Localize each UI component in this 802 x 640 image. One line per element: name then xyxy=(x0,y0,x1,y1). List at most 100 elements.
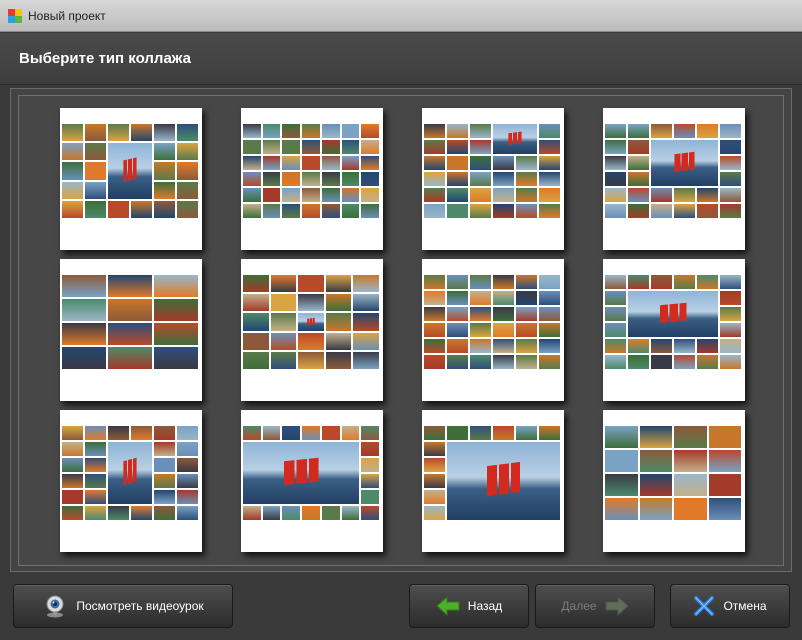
collage-photo-tile xyxy=(697,124,718,138)
collage-photo-tile xyxy=(539,323,560,337)
ship-sails-shape xyxy=(123,157,137,182)
collage-photo-tile xyxy=(325,351,352,369)
collage-photo-tile xyxy=(651,355,672,369)
collage-photo-tile xyxy=(282,204,301,218)
collage-photo-tile xyxy=(108,323,152,345)
collage-photo-tile xyxy=(325,275,352,293)
collage-type-option[interactable] xyxy=(241,259,383,401)
collage-photo-tile xyxy=(62,506,83,520)
collage-photo-tile xyxy=(361,426,379,440)
collage-type-option[interactable] xyxy=(60,108,202,250)
watch-video-tutorial-button[interactable]: Посмотреть видеоурок xyxy=(13,584,233,628)
collage-photo-tile xyxy=(424,426,445,440)
collage-photo-tile xyxy=(177,200,198,218)
collage-photo-tile xyxy=(493,323,514,337)
collage-photo-tile xyxy=(628,275,649,289)
collage-photo-tile xyxy=(270,275,297,293)
collage-photo-tile xyxy=(85,143,106,161)
collage-type-option[interactable] xyxy=(422,259,564,401)
collage-main-photo xyxy=(108,442,152,504)
collage-photo-tile xyxy=(697,204,718,218)
collage-photo-tile xyxy=(605,498,638,520)
collage-photo-tile xyxy=(321,156,340,170)
collage-photo-tile xyxy=(539,275,560,289)
collage-photo-tile xyxy=(361,140,379,154)
collage-photo-tile xyxy=(243,294,269,312)
back-button-label: Назад xyxy=(467,599,503,613)
collage-photo-tile xyxy=(424,204,445,218)
collage-photo-tile xyxy=(720,307,741,321)
collage-photo-tile xyxy=(708,474,741,496)
collage-photo-tile xyxy=(341,506,360,520)
collage-photo-tile xyxy=(605,426,638,448)
collage-photo-tile xyxy=(470,355,491,369)
collage-photo-tile xyxy=(539,188,560,202)
collage-type-option[interactable] xyxy=(603,259,745,401)
collage-photo-tile xyxy=(424,458,445,472)
next-button[interactable]: Далее xyxy=(535,584,655,628)
collage-photo-tile xyxy=(85,200,106,218)
collage-photo-tile xyxy=(720,140,741,154)
collage-photo-tile xyxy=(447,323,468,337)
collage-photo-tile xyxy=(493,172,514,186)
back-button[interactable]: Назад xyxy=(409,584,529,628)
collage-type-option[interactable] xyxy=(60,410,202,552)
collage-photo-tile xyxy=(62,458,83,472)
collage-photo-tile xyxy=(424,339,445,353)
collage-type-option[interactable] xyxy=(241,410,383,552)
app-logo-icon xyxy=(8,8,22,23)
collage-type-option[interactable] xyxy=(603,108,745,250)
cancel-button[interactable]: Отмена xyxy=(670,584,790,628)
collage-photo-tile xyxy=(470,339,491,353)
collage-photo-tile xyxy=(605,204,626,218)
collage-photo-tile xyxy=(447,172,468,186)
collage-photo-tile xyxy=(282,426,301,440)
collage-photo-tile xyxy=(516,188,537,202)
collage-photo-tile xyxy=(282,172,301,186)
collage-photo-tile xyxy=(424,442,445,456)
collage-type-option[interactable] xyxy=(241,108,383,250)
collage-photo-tile xyxy=(302,188,320,202)
collage-photo-tile xyxy=(605,450,638,472)
collage-photo-tile xyxy=(243,275,269,293)
collage-photo-tile xyxy=(85,490,106,504)
collage-photo-tile xyxy=(177,162,198,180)
collage-photo-tile xyxy=(108,347,152,369)
collage-photo-tile xyxy=(325,294,352,312)
collage-main-photo xyxy=(493,124,537,154)
collage-photo-tile xyxy=(302,156,320,170)
collage-type-option[interactable] xyxy=(422,108,564,250)
collage-photo-tile xyxy=(85,474,106,488)
collage-photo-tile xyxy=(493,188,514,202)
collage-photo-tile xyxy=(674,450,707,472)
collage-photo-tile xyxy=(470,291,491,305)
collage-photo-tile xyxy=(539,339,560,353)
collage-type-option[interactable] xyxy=(603,410,745,552)
collage-photo-tile xyxy=(674,426,707,448)
collage-photo-tile xyxy=(639,450,672,472)
collage-photo-tile xyxy=(270,351,297,369)
collage-photo-tile xyxy=(605,323,626,337)
collage-photo-tile xyxy=(424,124,445,138)
collage-photo-tile xyxy=(302,172,320,186)
collage-photo-tile xyxy=(177,426,198,440)
collage-photo-tile xyxy=(539,426,560,440)
collage-photo-tile xyxy=(321,426,340,440)
collage-photo-tile xyxy=(298,294,324,312)
collage-type-option[interactable] xyxy=(422,410,564,552)
ship-sails-shape xyxy=(659,302,687,323)
collage-photo-tile xyxy=(353,351,379,369)
collage-photo-tile xyxy=(361,458,379,472)
collage-photo-tile xyxy=(341,140,360,154)
collage-photo-tile xyxy=(353,313,379,331)
collage-photo-tile xyxy=(447,355,468,369)
collage-photo-tile xyxy=(108,299,152,321)
collage-photo-tile xyxy=(470,275,491,289)
collage-photo-tile xyxy=(321,124,340,138)
collage-photo-tile xyxy=(628,172,649,186)
collage-photo-tile xyxy=(470,426,491,440)
collage-type-option[interactable] xyxy=(60,259,202,401)
collage-photo-tile xyxy=(424,275,445,289)
collage-photo-tile xyxy=(282,140,301,154)
next-button-label: Далее xyxy=(561,599,597,613)
